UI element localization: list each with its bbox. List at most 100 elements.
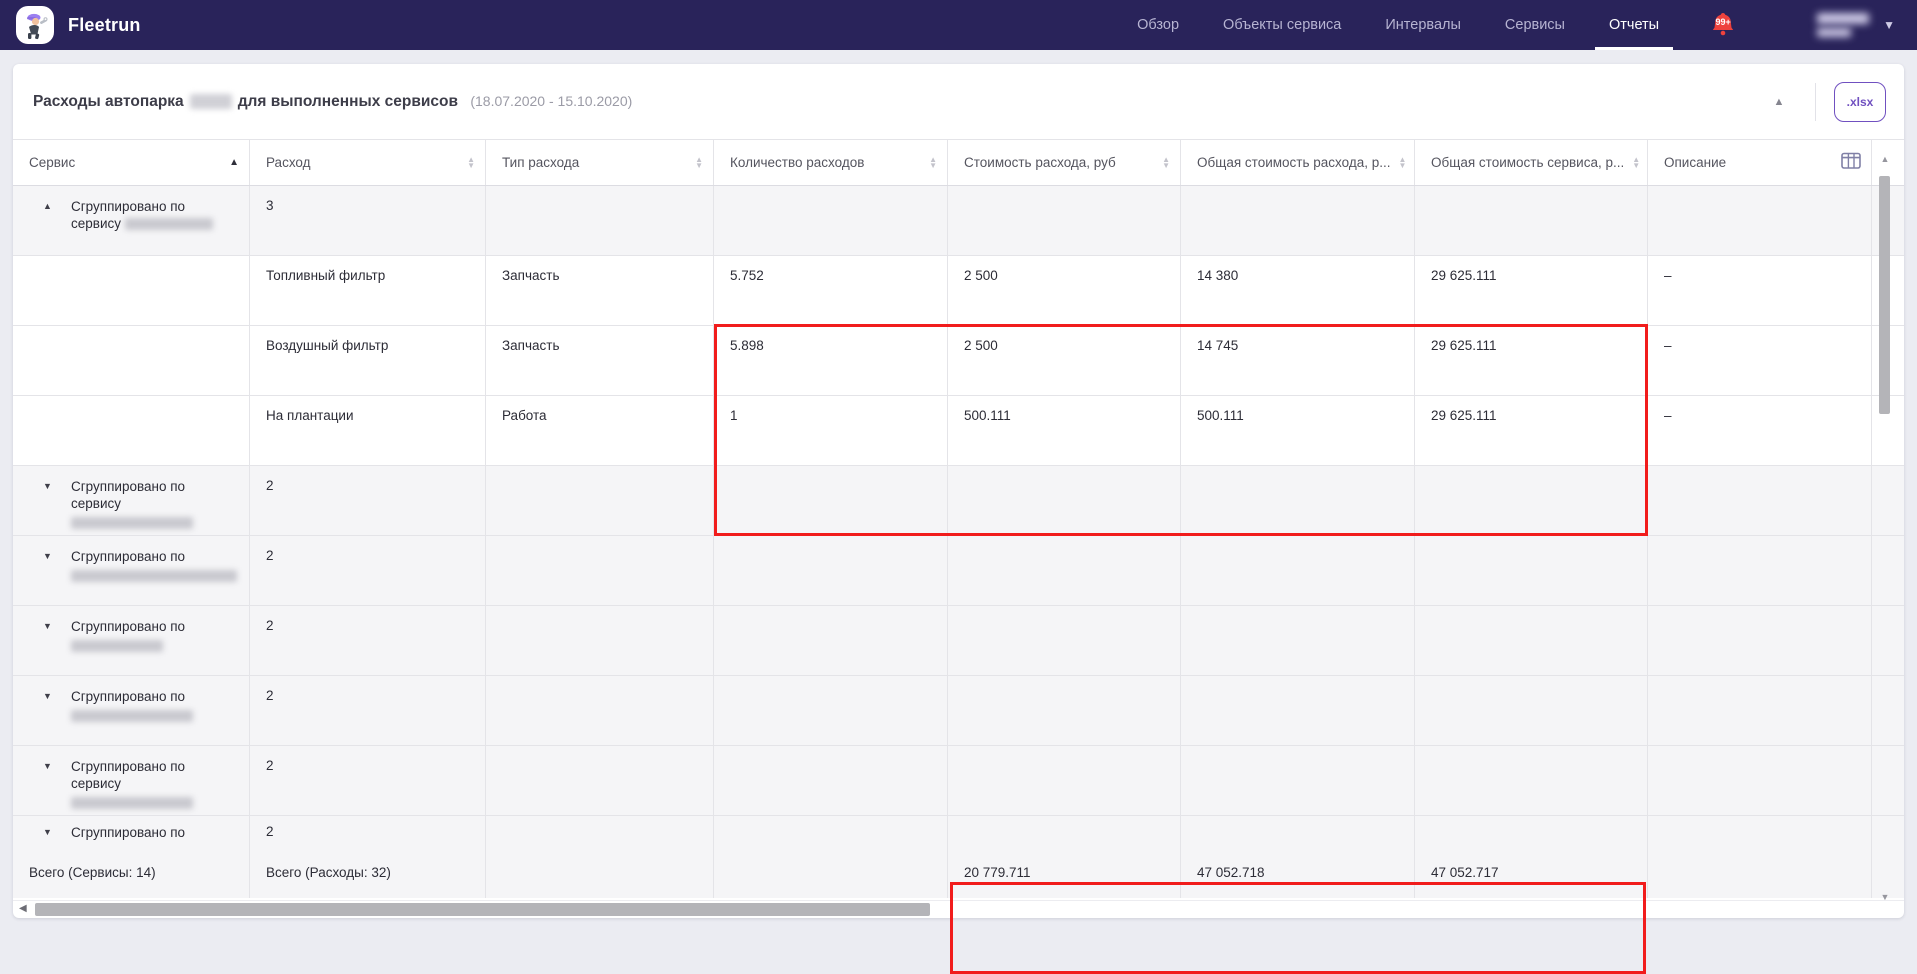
cell-empty	[714, 746, 948, 815]
table-group-row: ▼Сгруппировано по2	[13, 606, 1904, 676]
cell-empty	[1181, 746, 1415, 815]
group-name-redacted	[71, 570, 237, 582]
cell-expense-count: 3	[250, 186, 486, 255]
totals-row: Всего (Сервисы: 14) Всего (Расходы: 32) …	[13, 846, 1904, 898]
cell-expense-type: Работа	[486, 396, 714, 465]
cell-expense-name: Топливный фильтр	[250, 256, 486, 325]
nav-item-reports[interactable]: Отчеты	[1587, 0, 1681, 50]
nav-item-overview[interactable]: Обзор	[1115, 0, 1201, 50]
cell-empty	[1648, 186, 1872, 255]
cell-expense-cost: 500.111	[948, 396, 1181, 465]
expand-group-icon[interactable]: ▼	[43, 481, 55, 491]
cell-empty	[948, 186, 1181, 255]
cell-empty	[714, 186, 948, 255]
fleetrun-logo-icon[interactable]	[16, 6, 54, 44]
column-settings-icon[interactable]	[1841, 152, 1861, 173]
group-label: Сгруппировано по	[71, 688, 221, 722]
bell-icon	[1707, 9, 1739, 41]
report-title: Расходы автопаркадля выполненных сервисо…	[33, 93, 632, 111]
collapse-report-button[interactable]: ▲	[1761, 84, 1797, 120]
totals-services-label: Всего (Сервисы: 14)	[13, 846, 250, 898]
expand-group-icon[interactable]: ▼	[43, 761, 55, 771]
column-header-8[interactable]: Описание	[1648, 140, 1872, 185]
column-header-label: Сервис	[29, 155, 75, 170]
table-group-row: ▼Сгруппировано по сервису2	[13, 746, 1904, 816]
group-label: Сгруппировано по сервису	[71, 758, 221, 809]
table-group-row: ▼ Сгруппировано по 2	[13, 676, 1904, 746]
cell-service-group: ▼Сгруппировано по	[13, 606, 250, 675]
totals-service-sum: 47 052.717	[1415, 846, 1648, 898]
user-name-redacted	[1817, 13, 1869, 37]
cell-empty	[1648, 746, 1872, 815]
column-header-1[interactable]: Сервис ▲	[13, 140, 250, 185]
cell-empty	[948, 606, 1181, 675]
v-scroll-down-icon[interactable]: ▼	[1876, 892, 1894, 902]
collapse-group-icon[interactable]: ▲	[43, 201, 55, 211]
cell-empty	[714, 536, 948, 605]
column-header-3[interactable]: Тип расхода▲▼	[486, 140, 714, 185]
nav-item-services[interactable]: Сервисы	[1483, 0, 1587, 50]
cell-expense-total: 500.111	[1181, 396, 1415, 465]
table-group-row: ▼Сгруппировано по2	[13, 816, 1904, 846]
cell-empty	[1181, 606, 1415, 675]
h-scroll-thumb[interactable]	[35, 903, 930, 916]
report-title-part2: для выполненных сервисов	[238, 93, 458, 110]
group-name-redacted	[125, 218, 213, 230]
group-name-redacted	[71, 710, 193, 722]
table-group-row: ▲Сгруппировано по сервису3	[13, 186, 1904, 256]
group-name-redacted	[71, 517, 193, 529]
totals-cost-sum: 20 779.711	[948, 846, 1181, 898]
expand-group-icon[interactable]: ▼	[43, 691, 55, 701]
cell-service-group: ▼Сгруппировано по	[13, 816, 250, 846]
cell-empty	[1648, 816, 1872, 846]
column-header-5[interactable]: Стоимость расхода, руб▲▼	[948, 140, 1181, 185]
collapse-caret-icon: ▲	[1774, 96, 1785, 108]
user-menu[interactable]: ▼	[1817, 13, 1895, 37]
sort-asc-icon: ▲	[221, 158, 239, 168]
totals-empty-cell	[1648, 846, 1872, 898]
cell-empty	[1415, 606, 1648, 675]
column-header-4[interactable]: Количество расходов▲▼	[714, 140, 948, 185]
cell-expense-cost: 2 500	[948, 256, 1181, 325]
cell-empty	[714, 816, 948, 846]
notifications-bell-icon[interactable]: 99+	[1707, 9, 1739, 41]
expand-group-icon[interactable]: ▼	[43, 827, 55, 837]
totals-empty-cell	[486, 846, 714, 898]
cell-empty	[948, 676, 1181, 745]
cell-empty	[1415, 536, 1648, 605]
h-scroll-left-icon[interactable]: ◀	[19, 903, 27, 914]
cell-empty	[948, 466, 1181, 535]
cell-description: –	[1648, 396, 1872, 465]
vertical-scrollbar: ▲ ▼	[1876, 154, 1894, 898]
column-header-label: Описание	[1664, 155, 1726, 170]
totals-empty-cell	[714, 846, 948, 898]
column-header-label: Количество расходов	[730, 155, 864, 170]
cell-empty	[1181, 186, 1415, 255]
cell-expense-name: На плантации	[250, 396, 486, 465]
column-header-6[interactable]: Общая стоимость расхода, р...▲▼	[1181, 140, 1415, 185]
cell-expense-total: 14 380	[1181, 256, 1415, 325]
v-scroll-thumb[interactable]	[1879, 176, 1890, 414]
cell-empty	[1648, 466, 1872, 535]
cell-expense-count: 2	[250, 536, 486, 605]
table-header-row: Сервис▲Расход▲▼Тип расхода▲▼Количество р…	[13, 140, 1904, 186]
report-card: Расходы автопаркадля выполненных сервисо…	[13, 64, 1904, 918]
cell-expense-count: 2	[250, 606, 486, 675]
column-header-7[interactable]: Общая стоимость сервиса, р...▲▼	[1415, 140, 1648, 185]
export-xlsx-button[interactable]: .xlsx	[1834, 82, 1886, 122]
cell-empty	[13, 396, 250, 465]
cell-empty	[486, 466, 714, 535]
nav-item-service-objects[interactable]: Объекты сервиса	[1201, 0, 1363, 50]
expand-group-icon[interactable]: ▼	[43, 621, 55, 631]
v-scroll-up-icon[interactable]: ▲	[1876, 154, 1894, 164]
cell-empty	[1648, 536, 1872, 605]
column-header-2[interactable]: Расход▲▼	[250, 140, 486, 185]
cell-service-group: ▼ Сгруппировано по сервису	[13, 746, 250, 815]
column-header-label: Общая стоимость сервиса, р...	[1431, 155, 1624, 170]
column-header-label: Стоимость расхода, руб	[964, 155, 1116, 170]
cell-service-group: ▼Сгруппировано по	[13, 536, 250, 605]
cell-expense-count: 2	[250, 676, 486, 745]
nav-item-intervals[interactable]: Интервалы	[1363, 0, 1483, 50]
expand-group-icon[interactable]: ▼	[43, 551, 55, 561]
report-table: Сервис▲Расход▲▼Тип расхода▲▼Количество р…	[13, 140, 1904, 898]
